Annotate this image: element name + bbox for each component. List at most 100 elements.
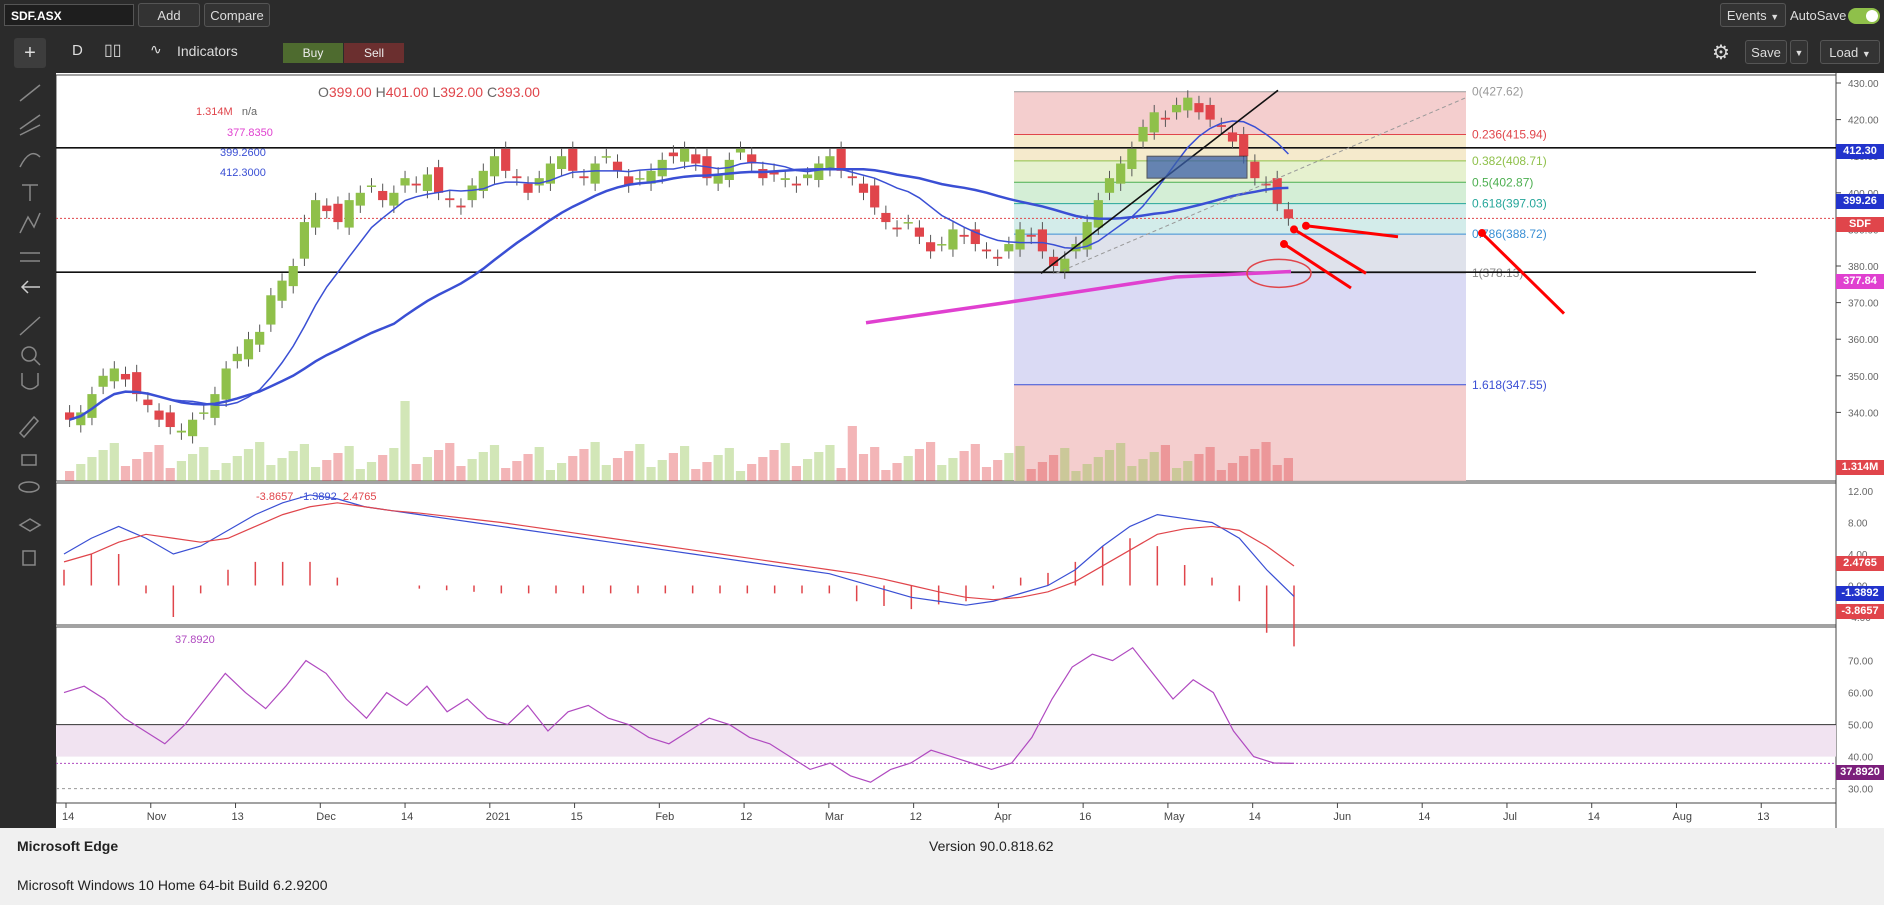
volume-bar bbox=[199, 447, 209, 481]
candle-body bbox=[1227, 132, 1238, 142]
candle-body bbox=[120, 373, 131, 380]
macd-v2: -1.3892 bbox=[299, 491, 337, 503]
volume-bar bbox=[1205, 447, 1215, 481]
trash-icon bbox=[22, 550, 36, 566]
badge-393: SDF 393.00 bbox=[1836, 217, 1884, 245]
volume-bar bbox=[881, 470, 891, 481]
symbol-input[interactable]: SDF.ASX bbox=[4, 4, 134, 26]
candle-body bbox=[489, 156, 500, 177]
autosave-toggle[interactable] bbox=[1848, 8, 1880, 24]
price-tick-label: 360.00 bbox=[1848, 335, 1879, 346]
candle-body bbox=[311, 200, 321, 228]
volume-bar bbox=[501, 468, 511, 481]
volume-bar bbox=[277, 458, 287, 481]
volume-bar bbox=[120, 466, 131, 481]
candle-body bbox=[568, 148, 578, 171]
volume-bar bbox=[1060, 448, 1070, 481]
candle-body bbox=[657, 159, 667, 177]
sell-button[interactable]: Sell bbox=[344, 43, 404, 63]
candle-body bbox=[858, 183, 869, 193]
lock-icon bbox=[21, 454, 37, 466]
ma3-legend: 412.3000 bbox=[220, 167, 266, 179]
candle-body bbox=[322, 205, 332, 212]
high-label: H bbox=[375, 84, 386, 100]
volume-bar bbox=[299, 444, 309, 481]
crosshair-icon[interactable]: + bbox=[14, 38, 46, 68]
candle-body bbox=[892, 227, 902, 230]
load-button[interactable]: Load ▼ bbox=[1820, 40, 1880, 64]
x-tick-label: 12 bbox=[910, 811, 922, 823]
fib-zone-5 bbox=[1014, 234, 1466, 273]
candle-body bbox=[98, 375, 108, 387]
volume-bar bbox=[1037, 462, 1047, 481]
volume-bar bbox=[769, 450, 779, 481]
volume-bar bbox=[948, 458, 958, 481]
volume-bar bbox=[411, 464, 421, 481]
candle-body bbox=[948, 229, 958, 250]
chart-area[interactable]: 0(427.62) 0.236(415.94) 0.382(408.71) 0.5(4… bbox=[56, 73, 1884, 828]
volume-bar bbox=[579, 449, 589, 481]
macd-line bbox=[63, 494, 1295, 606]
volume-bar bbox=[400, 401, 410, 481]
compare-button[interactable]: Compare bbox=[204, 3, 270, 27]
volume-bar bbox=[467, 459, 477, 481]
candle-body bbox=[411, 183, 421, 186]
candle-body bbox=[1026, 234, 1036, 237]
badge-macd-2: -1.3892 bbox=[1836, 586, 1884, 601]
volume-bar bbox=[1149, 452, 1159, 481]
candle-body bbox=[434, 167, 444, 193]
chart-toolbar: + D ▯▯ ∿ Indicators Buy Sell ⚙ Save ▼ Lo… bbox=[0, 32, 1884, 73]
volume-bar bbox=[903, 456, 913, 481]
save-button[interactable]: Save bbox=[1745, 40, 1787, 64]
buy-button[interactable]: Buy bbox=[283, 43, 343, 63]
candle-body bbox=[523, 183, 533, 193]
rsi-tick-label: 40.00 bbox=[1848, 753, 1873, 764]
volume-bar bbox=[378, 455, 388, 481]
pattern-tool-icon bbox=[19, 212, 41, 234]
volume-bar bbox=[1127, 466, 1137, 481]
brush-tool-icon bbox=[19, 152, 41, 168]
volume-bar bbox=[870, 447, 880, 481]
candle-body bbox=[601, 156, 611, 158]
candle-body bbox=[981, 249, 992, 252]
price-tick-label: 430.00 bbox=[1848, 79, 1879, 90]
rsi-tick-label: 70.00 bbox=[1848, 657, 1873, 668]
volume-bar bbox=[735, 471, 746, 481]
gear-icon[interactable]: ⚙ bbox=[1712, 40, 1730, 65]
x-tick-label: Apr bbox=[994, 811, 1011, 823]
indicators-icon[interactable]: ∿ bbox=[150, 41, 162, 58]
candle-body bbox=[512, 176, 522, 179]
fib-label-0.5: 0.5(402.87) bbox=[1472, 175, 1533, 189]
events-label: Events bbox=[1726, 8, 1767, 23]
add-button[interactable]: Add bbox=[138, 3, 200, 27]
candle-body bbox=[758, 169, 768, 179]
candle-body bbox=[1172, 104, 1182, 113]
candle-body bbox=[937, 244, 947, 246]
candle-body bbox=[501, 148, 511, 171]
indicators-button[interactable]: Indicators bbox=[177, 43, 238, 59]
candle-body bbox=[814, 163, 824, 180]
candle-body bbox=[847, 176, 857, 179]
save-options-button[interactable]: ▼ bbox=[1790, 40, 1808, 64]
candlestick-icon[interactable]: ▯▯ bbox=[104, 40, 122, 60]
volume-bar bbox=[892, 463, 902, 481]
volume-bar bbox=[1227, 463, 1238, 481]
candle-body bbox=[176, 430, 186, 433]
events-dropdown[interactable]: Events ▼ bbox=[1720, 3, 1786, 27]
volume-bar bbox=[1216, 470, 1226, 481]
period-button[interactable]: D bbox=[72, 42, 83, 59]
open-value: 399.00 bbox=[328, 84, 372, 100]
rsi-band bbox=[56, 724, 1836, 757]
candle-body bbox=[143, 399, 153, 406]
candle-body bbox=[1239, 134, 1249, 157]
badge-377: 377.84 bbox=[1836, 274, 1884, 289]
volume-bar bbox=[389, 448, 399, 481]
candle-body bbox=[836, 148, 846, 171]
red-arrow-head-3 bbox=[1478, 229, 1486, 238]
volume-bar bbox=[657, 460, 667, 481]
fib-label-1.618: 1.618(347.55) bbox=[1472, 378, 1547, 392]
volume-bar bbox=[1272, 465, 1282, 481]
toggle-knob bbox=[1866, 10, 1878, 22]
x-tick-label: Feb bbox=[655, 811, 674, 823]
candle-body bbox=[389, 192, 399, 206]
